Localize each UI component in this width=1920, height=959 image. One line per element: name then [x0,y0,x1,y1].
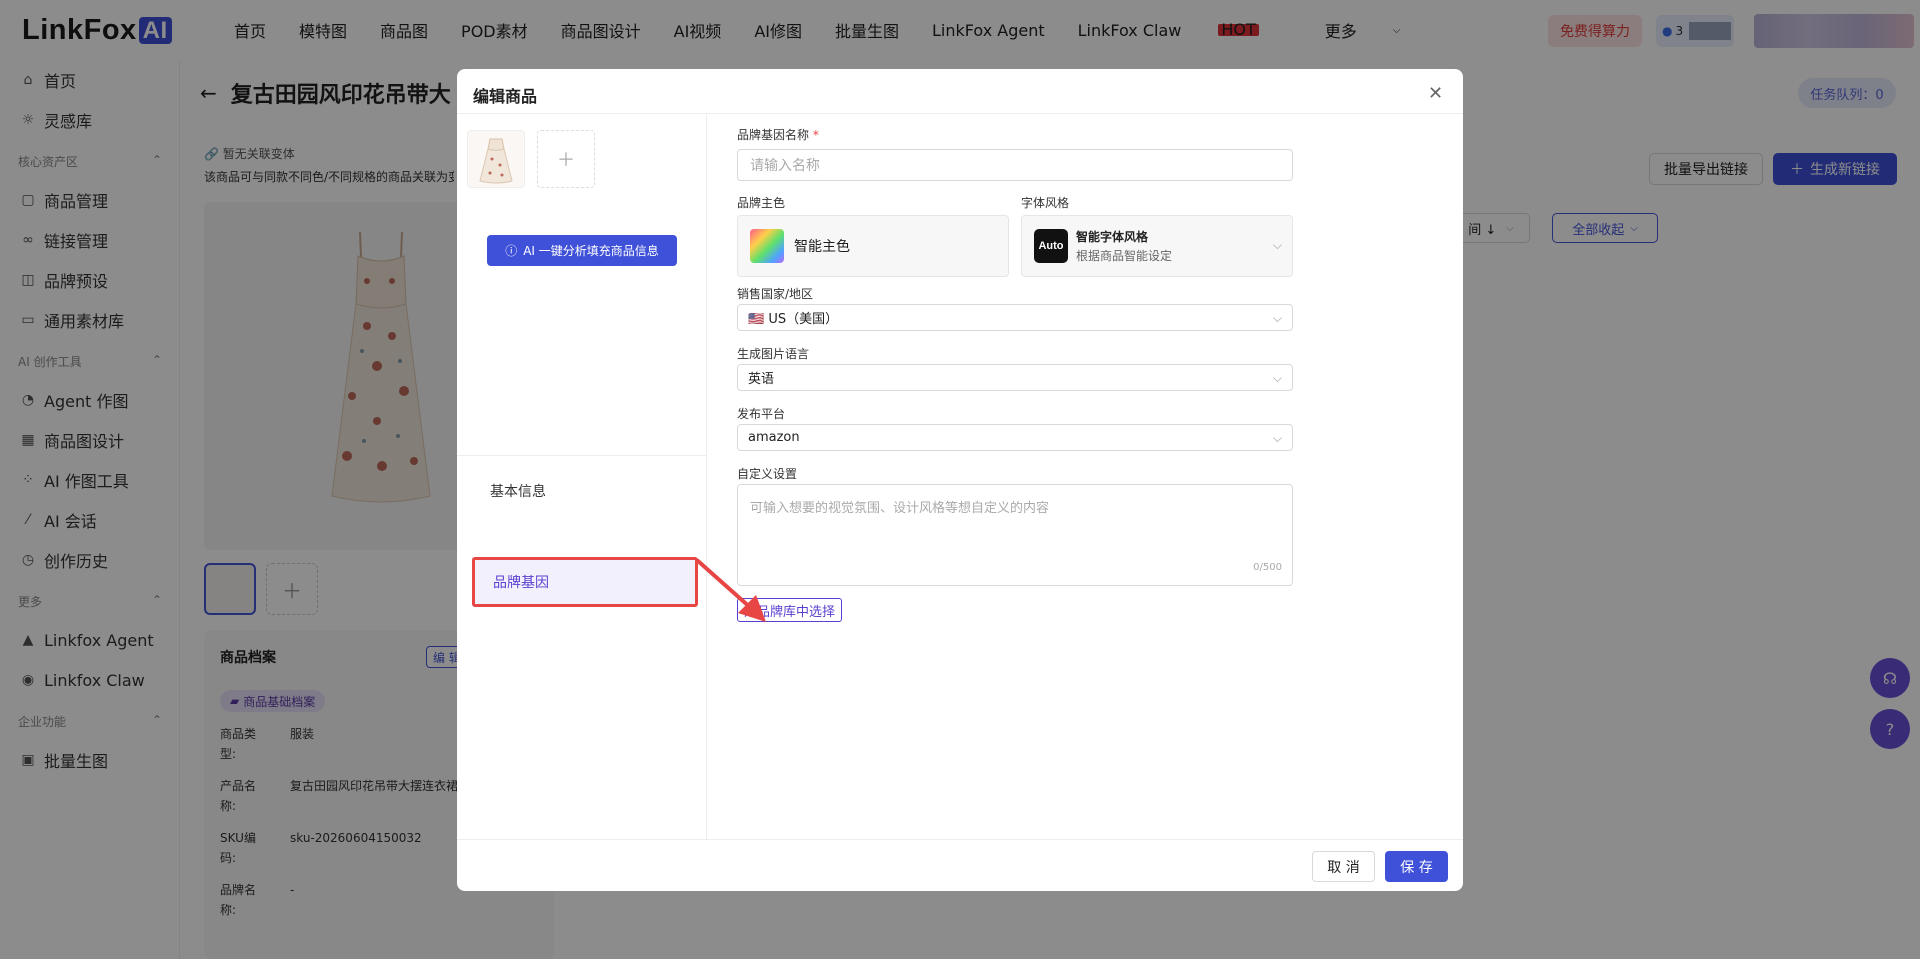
platform-value: amazon [748,430,800,445]
dress-thumb-image [479,138,513,184]
divider [457,455,707,456]
font-style-sub: 根据商品智能设定 [1076,249,1173,263]
custom-settings-textarea[interactable]: 可输入想要的视觉氛围、设计风格等想自定义的内容 0/500 [737,484,1293,586]
save-button[interactable]: 保 存 [1385,851,1448,882]
brand-color-picker[interactable]: 智能主色 [737,215,1009,277]
annotation-arrow-icon [696,559,766,622]
question-circle-icon: ⓘ [505,244,518,258]
chevron-down-icon: ⌵ [1272,431,1282,445]
modal-add-image-button[interactable]: ＋ [537,130,595,188]
brand-color-label: 品牌主色 [737,196,786,210]
country-select[interactable]: 🇺🇸 US（美国） ⌵ [737,304,1293,331]
tab-basic-info[interactable]: 基本信息 [490,481,546,501]
font-style-title: 智能字体风格 [1076,230,1149,244]
brand-name-label: 品牌基因名称 * [737,126,819,143]
language-value: 英语 [748,372,775,387]
modal-product-thumbnail[interactable] [467,130,525,188]
ai-analyze-label: AI 一键分析填充商品信息 [523,244,659,258]
auto-font-icon: Auto [1034,229,1068,263]
edit-product-modal: 编辑商品 ✕ ＋ ⓘ AI 一键分析填充商品信息 基本信息 品牌基因 品牌基因名称… [457,69,1463,891]
modal-footer: 取 消 保 存 [457,839,1463,891]
platform-select[interactable]: amazon ⌵ [737,424,1293,451]
char-counter: 0/500 [1253,562,1282,573]
country-value: 🇺🇸 US（美国） [748,312,839,327]
brand-name-label-text: 品牌基因名称 [737,128,810,142]
modal-title: 编辑商品 [473,87,538,106]
chevron-down-icon: ⌵ [1272,311,1282,325]
ai-analyze-button[interactable]: ⓘ AI 一键分析填充商品信息 [487,235,677,266]
cancel-button[interactable]: 取 消 [1312,851,1375,882]
color-swatch-icon [750,229,784,263]
font-style-select[interactable]: Auto 智能字体风格根据商品智能设定 ⌵ [1021,215,1293,277]
brand-color-value: 智能主色 [794,239,850,255]
country-label: 销售国家/地区 [737,287,814,301]
platform-label: 发布平台 [737,407,786,421]
custom-settings-placeholder: 可输入想要的视觉氛围、设计风格等想自定义的内容 [750,501,1050,516]
required-mark: * [812,128,819,142]
language-select[interactable]: 英语 ⌵ [737,364,1293,391]
font-style-label: 字体风格 [1021,196,1070,210]
chevron-down-icon: ⌵ [1272,371,1282,385]
modal-header: 编辑商品 ✕ [457,69,1463,114]
font-style-text: 智能字体风格根据商品智能设定 [1076,228,1172,264]
brand-name-input[interactable]: 请输入名称 [737,149,1293,181]
chevron-down-icon: ⌵ [1272,238,1282,252]
custom-settings-label: 自定义设置 [737,467,798,481]
tab-brand-gene[interactable]: 品牌基因 [472,557,698,607]
plus-icon: ＋ [557,150,575,171]
modal-left-panel: ＋ ⓘ AI 一键分析填充商品信息 基本信息 品牌基因 [457,114,707,839]
close-icon[interactable]: ✕ [1428,83,1443,104]
language-label: 生成图片语言 [737,347,810,361]
